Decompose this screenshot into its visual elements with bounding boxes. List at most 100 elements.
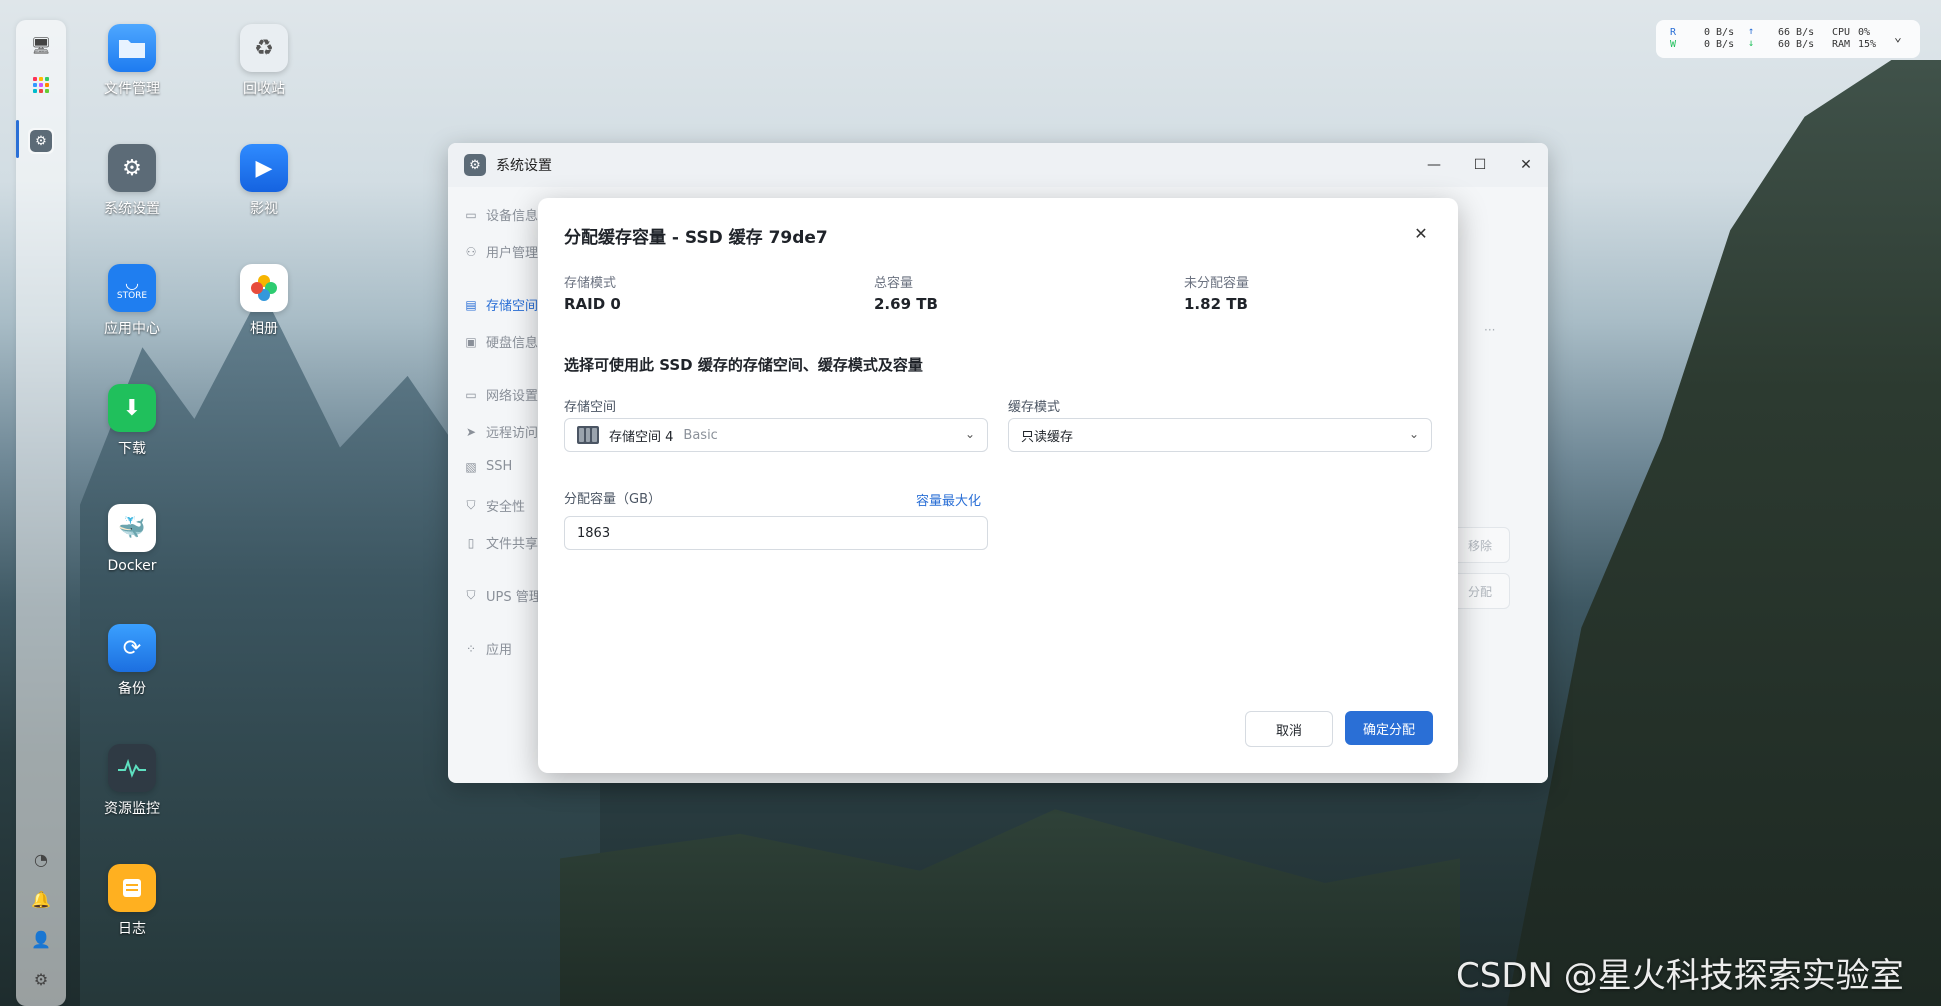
- stat-value: 2.69 TB: [874, 295, 938, 313]
- sidebar-item-label: UPS 管理: [486, 590, 542, 605]
- maximize-icon[interactable]: ☐: [1468, 153, 1492, 177]
- desktop-icon-file-manager[interactable]: 文件管理: [77, 24, 187, 98]
- left-dock: 🖥 ⚙ ◔ 🔔 👤 ⚙: [16, 20, 66, 1006]
- cache-mode-label: 缓存模式: [1008, 400, 1061, 415]
- sidebar-item-user-management[interactable]: ⚇ 用户管理: [464, 242, 539, 262]
- section-title: 选择可使用此 SSD 缓存的存储空间、缓存模式及容量: [564, 356, 923, 374]
- desktop-icon-download[interactable]: ⬇ 下载: [77, 384, 187, 458]
- cache-mode-select[interactable]: 只读缓存 ⌄: [1008, 418, 1432, 452]
- close-icon[interactable]: ✕: [1514, 153, 1538, 177]
- desktop-icon-label: 备份: [118, 681, 146, 697]
- window-titlebar[interactable]: ⚙ 系统设置: [448, 143, 1548, 187]
- background-ridge: [560, 809, 1460, 1006]
- stat-value: RAID 0: [564, 295, 621, 313]
- watermark: CSDN @星火科技探索实验室: [1456, 956, 1904, 996]
- desktop-icon-resource-monitor[interactable]: 资源监控: [77, 744, 187, 818]
- system-status-widget[interactable]: R W 0 B/s 0 B/s ↑ ↓ 66 B/s 60 B/s CPU RA…: [1656, 20, 1920, 58]
- sidebar-item-label: 网络设置: [486, 389, 539, 404]
- device-icon: ▭: [465, 207, 477, 222]
- stat-unallocated-capacity: 未分配容量 1.82 TB: [1184, 272, 1249, 313]
- confirm-allocate-button[interactable]: 确定分配: [1345, 711, 1433, 745]
- app-grid-icon[interactable]: [28, 72, 54, 98]
- allocate-button[interactable]: 分配: [1450, 573, 1510, 609]
- maximize-capacity-link[interactable]: 容量最大化: [916, 490, 981, 509]
- allocate-cache-dialog: 分配缓存容量 - SSD 缓存 79de7 ✕ 存储模式 RAID 0 总容量 …: [538, 198, 1458, 773]
- storage-select[interactable]: 存储空间 4 Basic ⌄: [564, 418, 988, 452]
- remove-button[interactable]: 移除: [1450, 527, 1510, 563]
- user-icon[interactable]: 👤: [28, 926, 54, 952]
- cancel-button[interactable]: 取消: [1245, 711, 1333, 747]
- user-icon: ⚇: [465, 244, 477, 259]
- desktop-icon-backup[interactable]: ⟳ 备份: [77, 624, 187, 698]
- capacity-input[interactable]: 1863: [564, 516, 988, 550]
- chevron-down-icon: ⌄: [964, 427, 975, 441]
- desktop-icon-label: 下载: [118, 441, 146, 457]
- monitor-glyph: [118, 758, 146, 778]
- cpu-value: 0%: [1858, 27, 1871, 38]
- sidebar-item-label: SSH: [486, 459, 513, 474]
- monitor-screen-icon[interactable]: 🖥: [28, 32, 54, 58]
- more-icon[interactable]: ···: [1484, 323, 1495, 337]
- write-label: W: [1670, 39, 1677, 50]
- folder-icon: [108, 24, 156, 72]
- desktop-icon-recycle-bin[interactable]: ♻ 回收站: [209, 24, 319, 98]
- read-rate: 0 B/s: [1704, 27, 1735, 38]
- recycle-icon: ♻: [240, 24, 288, 72]
- desktop-icon-label: 相册: [250, 321, 278, 337]
- desktop-icon-log[interactable]: 日志: [77, 864, 187, 938]
- write-rate: 0 B/s: [1704, 39, 1735, 50]
- apps-icon: ⁘: [465, 641, 477, 656]
- sidebar-item-ups[interactable]: ⛉ UPS 管理: [464, 586, 542, 605]
- storage-select-value: 存储空间 4: [609, 429, 674, 445]
- cpu-label: CPU: [1832, 27, 1851, 38]
- log-icon: [108, 864, 156, 912]
- sidebar-item-storage[interactable]: ▤ 存储空间: [464, 295, 538, 315]
- chevron-down-icon: ⌄: [1408, 427, 1419, 441]
- upload-arrow-icon: ↑: [1748, 26, 1755, 37]
- desktop-icon-app-center[interactable]: ◡ STORE 应用中心: [77, 264, 187, 338]
- window-title: 系统设置: [496, 158, 552, 174]
- bell-icon[interactable]: 🔔: [28, 886, 54, 912]
- app-grid-glyph: [33, 77, 49, 93]
- disk-icon: ▣: [465, 334, 477, 349]
- settings-icon[interactable]: ⚙: [28, 966, 54, 992]
- stat-total-capacity: 总容量 2.69 TB: [874, 272, 938, 313]
- sidebar-item-device-info[interactable]: ▭ 设备信息: [464, 205, 539, 225]
- sidebar-item-label: 应用: [486, 643, 513, 658]
- remote-icon: ➤: [465, 424, 477, 439]
- chevron-down-icon[interactable]: ⌄: [1894, 30, 1902, 45]
- video-icon: ▶: [240, 144, 288, 192]
- storage-label: 存储空间: [564, 400, 617, 415]
- store-sublabel: STORE: [116, 291, 148, 301]
- sidebar-item-remote-access[interactable]: ➤ 远程访问: [464, 422, 538, 442]
- sidebar-item-file-sharing[interactable]: ▯ 文件共享: [464, 533, 539, 553]
- docker-icon: 🐳: [108, 504, 156, 552]
- ram-label: RAM: [1832, 39, 1851, 50]
- storage-type: Basic: [683, 427, 718, 443]
- desktop-icon-photos[interactable]: 相册: [209, 264, 319, 338]
- sidebar-item-network[interactable]: ▭ 网络设置: [464, 385, 539, 405]
- dialog-title: 分配缓存容量 - SSD 缓存 79de7: [564, 228, 828, 248]
- desktop-icon-label: 影视: [250, 201, 278, 217]
- speed-icon[interactable]: ◔: [28, 846, 54, 872]
- sidebar-item-label: 文件共享: [486, 537, 539, 552]
- desktop-icon-docker[interactable]: 🐳 Docker: [77, 504, 187, 574]
- minimize-icon[interactable]: —: [1422, 153, 1446, 177]
- desktop-icon-label: 日志: [118, 921, 146, 937]
- sidebar-item-apps[interactable]: ⁘ 应用: [464, 639, 513, 659]
- sidebar-item-ssh[interactable]: ▧ SSH: [464, 459, 512, 474]
- upload-rate: 66 B/s: [1778, 27, 1815, 38]
- log-glyph: [123, 879, 141, 897]
- desktop-icon-label: 应用中心: [104, 321, 160, 337]
- sidebar-item-label: 用户管理: [486, 246, 539, 261]
- dock-settings-icon[interactable]: ⚙: [28, 128, 54, 154]
- sidebar-item-disk-info[interactable]: ▣ 硬盘信息: [464, 332, 539, 352]
- sidebar-item-label: 设备信息: [486, 209, 539, 224]
- sidebar-item-label: 硬盘信息: [486, 336, 539, 351]
- store-smile-glyph: ◡: [125, 273, 139, 292]
- desktop-icon-video[interactable]: ▶ 影视: [209, 144, 319, 218]
- capacity-label: 分配容量（GB）: [564, 492, 661, 507]
- close-icon[interactable]: ✕: [1410, 222, 1432, 244]
- desktop-icon-system-settings[interactable]: ⚙ 系统设置: [77, 144, 187, 218]
- sidebar-item-security[interactable]: ⛉ 安全性: [464, 496, 525, 515]
